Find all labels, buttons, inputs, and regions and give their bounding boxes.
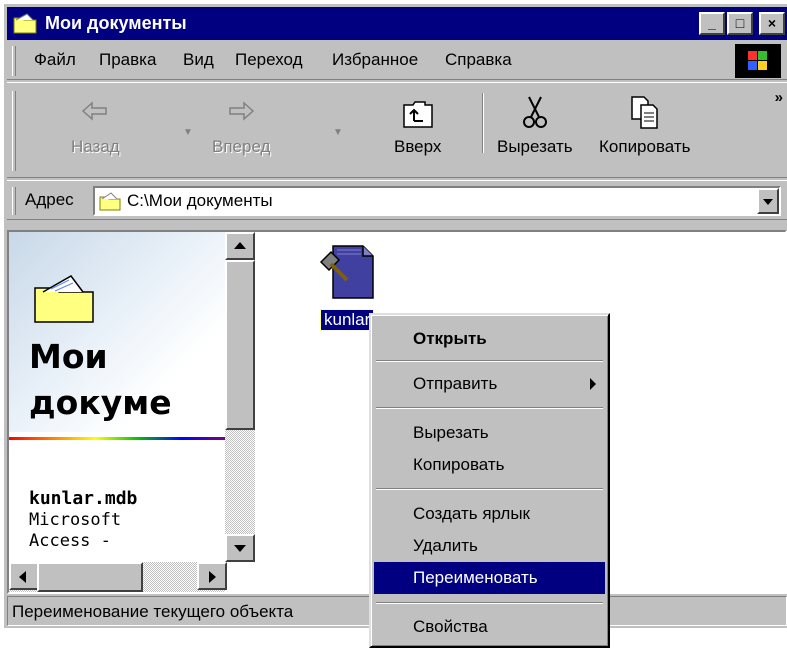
- window-title: Мои документы: [45, 13, 187, 33]
- context-menu-send-to-label: Отправить: [413, 374, 498, 393]
- file-desc-line2: Access -: [29, 531, 111, 551]
- cut-button[interactable]: Вырезать: [497, 93, 573, 157]
- menu-go[interactable]: Переход: [235, 50, 303, 70]
- copy-button[interactable]: Копировать: [599, 93, 691, 157]
- context-menu-separator: [376, 488, 603, 490]
- address-input[interactable]: C:\Мои документы: [93, 186, 781, 216]
- horizontal-scroll-thumb[interactable]: [37, 562, 143, 592]
- vertical-scrollbar[interactable]: [225, 232, 255, 562]
- access-database-icon: [319, 245, 374, 299]
- context-menu-cut[interactable]: Вырезать: [374, 417, 605, 449]
- address-dropdown-button[interactable]: [757, 188, 779, 214]
- back-dropdown-icon[interactable]: ▼: [183, 127, 193, 138]
- toolbar-separator: [482, 93, 484, 153]
- horizontal-scrollbar[interactable]: [9, 562, 227, 592]
- menu-file[interactable]: Файл: [34, 50, 76, 70]
- scroll-right-button[interactable]: [197, 562, 227, 590]
- context-menu-separator: [376, 407, 603, 409]
- maximize-button[interactable]: □: [727, 12, 753, 35]
- toolbar-more-icon[interactable]: »: [775, 89, 783, 106]
- scissors-icon: [522, 96, 547, 128]
- folder-icon: [99, 192, 121, 211]
- file-item[interactable]: [317, 240, 381, 304]
- rainbow-divider: [9, 437, 225, 440]
- web-view-title-line2: докуме: [29, 383, 172, 422]
- menu-help[interactable]: Справка: [445, 50, 512, 70]
- context-menu-copy[interactable]: Копировать: [374, 449, 605, 481]
- vertical-scroll-thumb[interactable]: [225, 260, 255, 430]
- web-view-panel: Мои докуме kunlar.mdb Microsoft Access -: [9, 232, 225, 562]
- folder-icon: [34, 275, 94, 323]
- forward-label: Вперед: [212, 137, 271, 156]
- menubar-grip[interactable]: [12, 46, 16, 76]
- back-arrow-icon: [82, 101, 108, 121]
- folder-up-icon: [402, 101, 433, 128]
- folder-icon: [13, 13, 37, 34]
- context-menu: Открыть Отправить Вырезать Копировать Со…: [369, 313, 610, 648]
- submenu-arrow-icon: [590, 378, 596, 390]
- close-icon: ×: [767, 15, 777, 31]
- minimize-icon: _: [708, 15, 716, 31]
- title-bar[interactable]: Мои документы _ □ ×: [7, 7, 787, 40]
- menu-favorites[interactable]: Избранное: [332, 50, 418, 70]
- toolbar: Назад ▼ Вперед ▼ Вверх Вырезать Копирова…: [7, 82, 787, 178]
- address-value: C:\Мои документы: [127, 191, 273, 210]
- toolbar-grip[interactable]: [12, 91, 16, 171]
- web-view-title-line1: Мои: [29, 337, 108, 376]
- up-button[interactable]: Вверх: [394, 93, 441, 157]
- context-menu-open[interactable]: Открыть: [374, 323, 605, 355]
- context-menu-properties[interactable]: Свойства: [374, 611, 605, 643]
- forward-dropdown-icon[interactable]: ▼: [333, 127, 343, 138]
- forward-arrow-icon: [229, 101, 255, 121]
- menu-bar: Файл Правка Вид Переход Избранное Справк…: [7, 42, 787, 80]
- close-button[interactable]: ×: [759, 12, 785, 35]
- addressbar-grip[interactable]: [12, 187, 16, 215]
- context-menu-delete[interactable]: Удалить: [374, 530, 605, 562]
- context-menu-send-to[interactable]: Отправить: [374, 368, 605, 400]
- back-label: Назад: [71, 137, 120, 156]
- address-bar: Адрес C:\Мои документы: [7, 180, 787, 220]
- cut-label: Вырезать: [497, 137, 573, 156]
- up-label: Вверх: [394, 137, 442, 156]
- file-desc-line1: Microsoft: [29, 510, 122, 530]
- forward-button[interactable]: Вперед: [212, 93, 270, 157]
- context-menu-separator: [376, 602, 603, 604]
- web-view-title: Мои докуме: [29, 334, 172, 426]
- file-item-label[interactable]: kunlar: [319, 309, 375, 331]
- back-button[interactable]: Назад: [71, 93, 120, 157]
- menu-view[interactable]: Вид: [183, 50, 214, 70]
- copy-icon: [631, 96, 658, 129]
- minimize-button[interactable]: _: [699, 12, 725, 35]
- selected-file-description: Microsoft Access -: [29, 510, 121, 552]
- context-menu-rename[interactable]: Переименовать: [374, 562, 605, 594]
- scroll-up-button[interactable]: [225, 232, 255, 260]
- scroll-left-button[interactable]: [9, 562, 39, 590]
- scroll-down-button[interactable]: [225, 534, 255, 562]
- windows-logo-icon: [735, 44, 781, 78]
- maximize-icon: □: [735, 15, 745, 31]
- context-menu-create-shortcut[interactable]: Создать ярлык: [374, 498, 605, 530]
- copy-label: Копировать: [599, 137, 691, 156]
- context-menu-separator: [376, 360, 603, 362]
- menu-edit[interactable]: Правка: [99, 50, 156, 70]
- selected-file-name: kunlar.mdb: [29, 488, 138, 509]
- address-label: Адрес: [25, 190, 74, 209]
